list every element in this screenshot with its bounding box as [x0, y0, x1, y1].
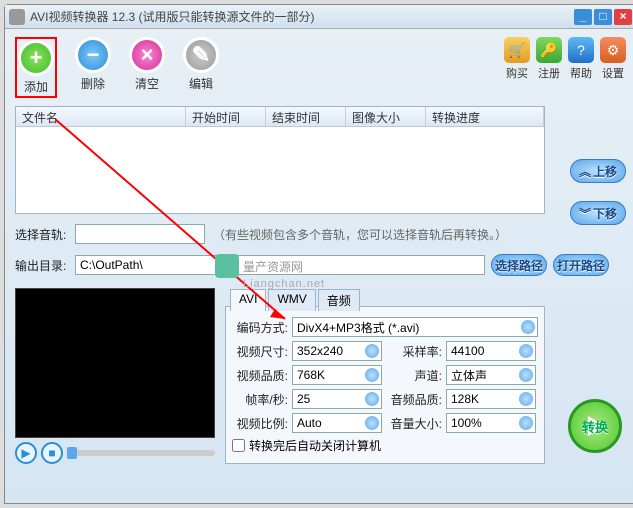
right-tools: 🛒购买 🔑注册 ?帮助 ⚙设置 [504, 37, 626, 81]
clear-label: 清空 [129, 75, 165, 92]
key-icon: 🔑 [536, 37, 562, 63]
list-header: 文件名 开始时间 结束时间 图像大小 转换进度 [16, 107, 544, 127]
vq-select[interactable]: 768K [292, 365, 382, 385]
buy-button[interactable]: 🛒购买 [504, 37, 530, 81]
shutdown-checkbox[interactable] [232, 439, 245, 452]
channel-select[interactable]: 立体声 [446, 365, 536, 385]
window-title: AVI视频转换器 12.3 (试用版只能转换源文件的一部分) [30, 8, 572, 25]
move-up-button[interactable]: ︽上移 [570, 159, 626, 183]
stop-button[interactable]: ■ [41, 442, 63, 464]
track-label: 选择音轨: [15, 226, 75, 243]
tab-avi[interactable]: AVI [230, 289, 266, 311]
fps-select[interactable]: 25 [292, 389, 382, 409]
rate-select[interactable]: 44100 [446, 341, 536, 361]
bottom-panel: ▶ ■ AVI WMV 音频 编码方式:DivX4+MP3格式 (*.avi) … [15, 288, 626, 464]
edit-label: 编辑 [183, 75, 219, 92]
list-body[interactable] [16, 127, 544, 213]
browse-button[interactable]: 选择路径 [491, 254, 547, 276]
preview-panel: ▶ ■ [15, 288, 215, 464]
volume-select[interactable]: 100% [446, 413, 536, 433]
convert-label: 转换 [582, 417, 608, 436]
edit-button[interactable]: ✎ 编辑 [183, 37, 219, 98]
play-button[interactable]: ▶ [15, 442, 37, 464]
output-label: 输出目录: [15, 257, 75, 274]
output-row: 输出目录: 选择路径 打开路径 [15, 254, 626, 276]
add-button[interactable]: + 添加 [15, 37, 57, 98]
settings-panel: AVI WMV 音频 编码方式:DivX4+MP3格式 (*.avi) 视频尺寸… [225, 306, 545, 464]
ratio-label: 视频比例: [232, 415, 288, 432]
tab-audio[interactable]: 音频 [318, 289, 360, 311]
app-window: AVI视频转换器 12.3 (试用版只能转换源文件的一部分) _ □ × + 添… [4, 4, 633, 504]
x-icon: × [129, 37, 165, 73]
maximize-button[interactable]: □ [594, 9, 612, 25]
channel-label: 声道: [386, 367, 442, 384]
cart-icon: 🛒 [504, 37, 530, 63]
aq-select[interactable]: 128K [446, 389, 536, 409]
app-icon [9, 9, 25, 25]
close-button[interactable]: × [614, 9, 632, 25]
delete-button[interactable]: − 删除 [75, 37, 111, 98]
audio-track-row: 选择音轨: （有些视频包含多个音轨，您可以选择音轨后再转换。） [15, 224, 626, 244]
add-label: 添加 [18, 78, 54, 95]
shutdown-row: 转换完后自动关闭计算机 [232, 437, 538, 454]
titlebar: AVI视频转换器 12.3 (试用版只能转换源文件的一部分) _ □ × [5, 5, 633, 29]
ratio-select[interactable]: Auto [292, 413, 382, 433]
encode-label: 编码方式: [232, 319, 288, 336]
shutdown-label: 转换完后自动关闭计算机 [249, 437, 381, 454]
chevron-down-icon: ︾ [579, 205, 591, 222]
size-select[interactable]: 352x240 [292, 341, 382, 361]
col-end[interactable]: 结束时间 [266, 107, 346, 126]
player-controls: ▶ ■ [15, 442, 215, 464]
delete-label: 删除 [75, 75, 111, 92]
col-progress[interactable]: 转换进度 [426, 107, 544, 126]
settings-button[interactable]: ⚙设置 [600, 37, 626, 81]
rate-label: 采样率: [386, 343, 442, 360]
aq-label: 音频品质: [386, 391, 442, 408]
move-down-button[interactable]: ︾下移 [570, 201, 626, 225]
window-body: + 添加 − 删除 × 清空 ✎ 编辑 🛒购买 🔑注册 [5, 29, 633, 472]
help-button[interactable]: ?帮助 [568, 37, 594, 81]
size-label: 视频尺寸: [232, 343, 288, 360]
chevron-up-icon: ︽ [579, 163, 591, 180]
register-button[interactable]: 🔑注册 [536, 37, 562, 81]
track-hint: （有些视频包含多个音轨，您可以选择音轨后再转换。） [213, 226, 507, 243]
plus-icon: + [18, 40, 54, 76]
help-icon: ? [568, 37, 594, 63]
toolbar: + 添加 − 删除 × 清空 ✎ 编辑 🛒购买 🔑注册 [15, 37, 626, 98]
col-start[interactable]: 开始时间 [186, 107, 266, 126]
format-tabs: AVI WMV 音频 [230, 289, 362, 311]
reorder-buttons: ︽上移 ︾下移 [570, 159, 626, 225]
output-path-input[interactable] [75, 255, 485, 275]
main-tools: + 添加 − 删除 × 清空 ✎ 编辑 [15, 37, 219, 98]
col-size[interactable]: 图像大小 [346, 107, 426, 126]
minimize-button[interactable]: _ [574, 9, 592, 25]
file-list: 文件名 开始时间 结束时间 图像大小 转换进度 [15, 106, 545, 214]
convert-button[interactable]: 转换 [568, 399, 622, 453]
video-preview [15, 288, 215, 438]
tab-wmv[interactable]: WMV [268, 289, 315, 311]
pencil-icon: ✎ [183, 37, 219, 73]
play-icon: ▶ [21, 446, 30, 460]
open-path-button[interactable]: 打开路径 [553, 254, 609, 276]
gear-icon: ⚙ [600, 37, 626, 63]
encode-select[interactable]: DivX4+MP3格式 (*.avi) [292, 317, 538, 337]
seek-slider[interactable] [67, 450, 215, 456]
volume-label: 音量大小: [386, 415, 442, 432]
minus-icon: − [75, 37, 111, 73]
vq-label: 视频品质: [232, 367, 288, 384]
clear-button[interactable]: × 清空 [129, 37, 165, 98]
track-select[interactable] [75, 224, 205, 244]
stop-icon: ■ [48, 446, 55, 460]
fps-label: 帧率/秒: [232, 391, 288, 408]
col-filename[interactable]: 文件名 [16, 107, 186, 126]
